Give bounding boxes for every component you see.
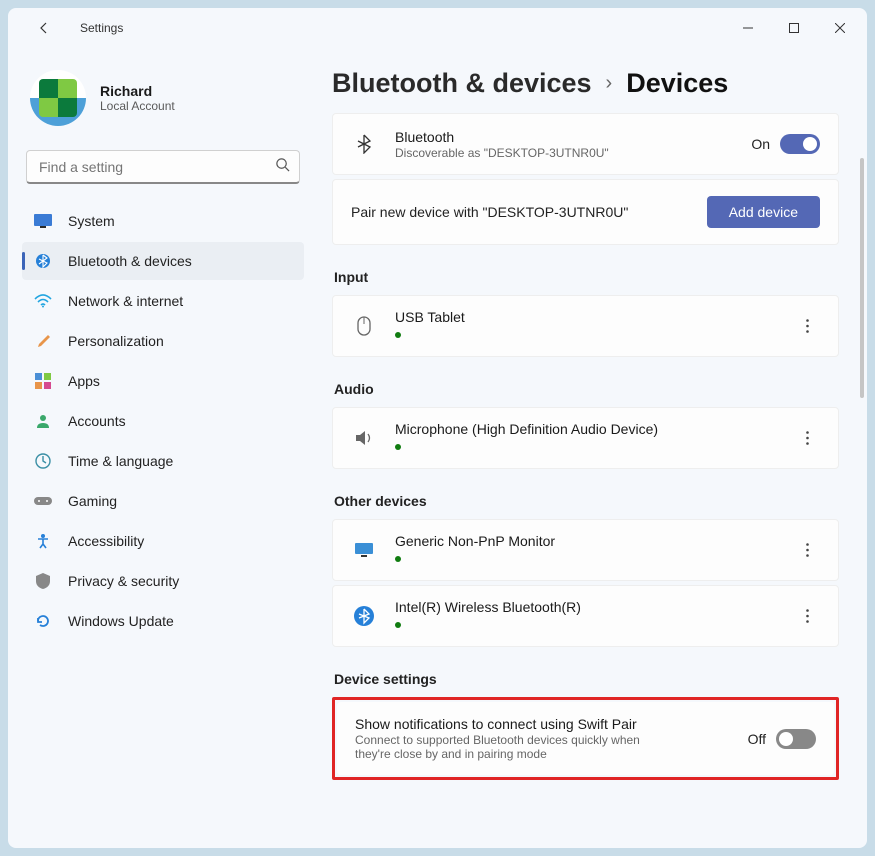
user-account-type: Local Account: [100, 99, 175, 113]
person-icon: [34, 412, 52, 430]
bluetooth-badge-icon: [351, 606, 377, 626]
nav-network[interactable]: Network & internet: [22, 282, 304, 320]
nav-label: Privacy & security: [68, 573, 179, 589]
close-button[interactable]: [817, 12, 863, 44]
window-title: Settings: [80, 21, 123, 35]
nav-label: System: [68, 213, 115, 229]
nav-bluetooth-devices[interactable]: Bluetooth & devices: [22, 242, 304, 280]
clock-globe-icon: [34, 452, 52, 470]
accessibility-icon: [34, 532, 52, 550]
nav-label: Windows Update: [68, 613, 174, 629]
breadcrumb-parent[interactable]: Bluetooth & devices: [332, 68, 592, 99]
nav-time-language[interactable]: Time & language: [22, 442, 304, 480]
bluetooth-subtitle: Discoverable as "DESKTOP-3UTNR0U": [395, 146, 733, 160]
audio-device-card[interactable]: Microphone (High Definition Audio Device…: [332, 407, 839, 469]
nav-windows-update[interactable]: Windows Update: [22, 602, 304, 640]
swift-pair-state-label: Off: [748, 731, 766, 747]
nav-accounts[interactable]: Accounts: [22, 402, 304, 440]
brush-icon: [34, 332, 52, 350]
bluetooth-state-label: On: [751, 136, 770, 152]
more-options-button[interactable]: [794, 420, 820, 456]
speaker-icon: [351, 430, 377, 446]
nav-personalization[interactable]: Personalization: [22, 322, 304, 360]
shield-icon: [34, 572, 52, 590]
user-name: Richard: [100, 83, 175, 99]
nav-label: Accessibility: [68, 533, 144, 549]
chevron-right-icon: ›: [606, 72, 613, 95]
add-device-button[interactable]: Add device: [707, 196, 820, 228]
bluetooth-card: Bluetooth Discoverable as "DESKTOP-3UTNR…: [332, 113, 839, 175]
apps-icon: [34, 372, 52, 390]
pair-device-card: Pair new device with "DESKTOP-3UTNR0U" A…: [332, 179, 839, 245]
nav-label: Time & language: [68, 453, 173, 469]
scrollbar[interactable]: [860, 158, 864, 398]
nav-list: System Bluetooth & devices Network & int…: [22, 202, 304, 640]
nav-label: Personalization: [68, 333, 164, 349]
other-device-card[interactable]: Intel(R) Wireless Bluetooth(R): [332, 585, 839, 647]
device-name: Intel(R) Wireless Bluetooth(R): [395, 599, 776, 615]
main-content: Bluetooth & devices › Devices Bluetooth …: [318, 48, 867, 848]
settings-window: Settings Richard Local Account: [8, 8, 867, 848]
nav-privacy-security[interactable]: Privacy & security: [22, 562, 304, 600]
pair-text: Pair new device with "DESKTOP-3UTNR0U": [351, 204, 628, 220]
swift-pair-subtitle: Connect to supported Bluetooth devices q…: [355, 733, 675, 761]
nav-label: Accounts: [68, 413, 126, 429]
titlebar: Settings: [8, 8, 867, 48]
highlighted-setting: Show notifications to connect using Swif…: [332, 697, 839, 780]
device-name: Microphone (High Definition Audio Device…: [395, 421, 776, 437]
section-header-device-settings: Device settings: [334, 671, 839, 687]
maximize-button[interactable]: [771, 12, 817, 44]
nav-label: Gaming: [68, 493, 117, 509]
gamepad-icon: [34, 492, 52, 510]
swift-pair-card: Show notifications to connect using Swif…: [337, 702, 834, 775]
section-header-audio: Audio: [334, 381, 839, 397]
breadcrumb-current: Devices: [626, 68, 728, 99]
nav-label: Bluetooth & devices: [68, 253, 192, 269]
nav-system[interactable]: System: [22, 202, 304, 240]
avatar: [30, 70, 86, 126]
back-button[interactable]: [26, 10, 62, 46]
more-options-button[interactable]: [794, 598, 820, 634]
display-icon: [34, 212, 52, 230]
nav-accessibility[interactable]: Accessibility: [22, 522, 304, 560]
swift-pair-toggle[interactable]: [776, 729, 816, 749]
device-name: Generic Non-PnP Monitor: [395, 533, 776, 549]
breadcrumb: Bluetooth & devices › Devices: [332, 68, 839, 99]
input-device-card[interactable]: USB Tablet: [332, 295, 839, 357]
status-dot: [395, 622, 401, 628]
bluetooth-title: Bluetooth: [395, 129, 733, 145]
wifi-icon: [34, 292, 52, 310]
sidebar: Richard Local Account System Bluetooth &…: [8, 48, 318, 848]
more-options-button[interactable]: [794, 532, 820, 568]
status-dot: [395, 556, 401, 562]
mouse-icon: [351, 316, 377, 336]
nav-label: Network & internet: [68, 293, 183, 309]
nav-label: Apps: [68, 373, 100, 389]
search-icon: [275, 157, 290, 177]
search-input[interactable]: [26, 150, 300, 184]
bluetooth-icon: [351, 134, 377, 154]
update-icon: [34, 612, 52, 630]
status-dot: [395, 332, 401, 338]
minimize-button[interactable]: [725, 12, 771, 44]
device-name: USB Tablet: [395, 309, 776, 325]
section-header-other: Other devices: [334, 493, 839, 509]
nav-gaming[interactable]: Gaming: [22, 482, 304, 520]
bluetooth-icon: [34, 252, 52, 270]
section-header-input: Input: [334, 269, 839, 285]
monitor-icon: [351, 542, 377, 558]
swift-pair-title: Show notifications to connect using Swif…: [355, 716, 730, 732]
nav-apps[interactable]: Apps: [22, 362, 304, 400]
more-options-button[interactable]: [794, 308, 820, 344]
user-profile[interactable]: Richard Local Account: [22, 60, 304, 144]
bluetooth-toggle[interactable]: [780, 134, 820, 154]
other-device-card[interactable]: Generic Non-PnP Monitor: [332, 519, 839, 581]
status-dot: [395, 444, 401, 450]
